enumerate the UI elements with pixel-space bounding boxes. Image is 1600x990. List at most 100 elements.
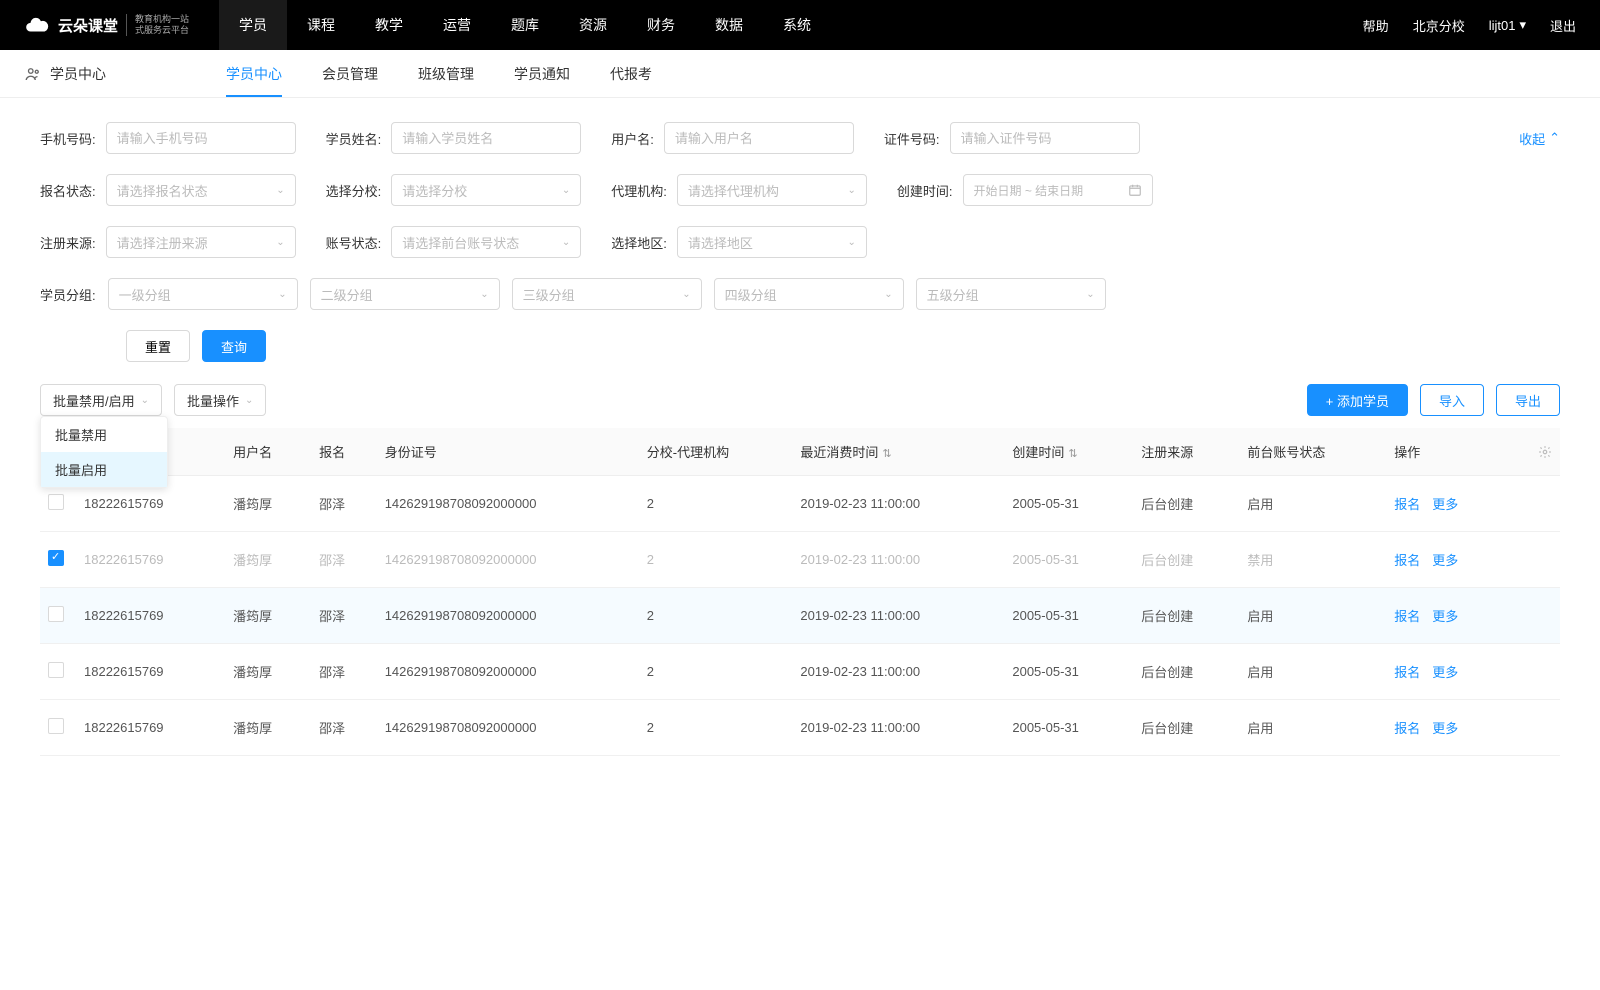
- group-select[interactable]: 五级分组⌄: [916, 278, 1106, 310]
- id-cell: 142629198708092000000: [377, 644, 639, 700]
- filter-label: 账号状态:: [326, 233, 382, 252]
- reset-button[interactable]: 重置: [126, 330, 190, 362]
- signup-action[interactable]: 报名: [1394, 609, 1420, 624]
- actions-cell: 报名更多: [1386, 644, 1530, 700]
- main-nav-items: 学员课程教学运营题库资源财务数据系统: [219, 0, 831, 50]
- signup-action[interactable]: 报名: [1394, 553, 1420, 568]
- filter-label: 用户名:: [611, 129, 654, 148]
- table-row: 18222615769潘筠厚邵泽142629198708092000000220…: [40, 476, 1560, 532]
- row-checkbox[interactable]: [48, 718, 64, 734]
- group-select[interactable]: 三级分组⌄: [512, 278, 702, 310]
- calendar-icon: [1128, 183, 1142, 197]
- table-header-cell: 前台账号状态: [1239, 428, 1386, 476]
- help-link[interactable]: 帮助: [1363, 16, 1389, 35]
- add-student-button[interactable]: + 添加学员: [1307, 384, 1408, 416]
- signup-action[interactable]: 报名: [1394, 721, 1420, 736]
- more-action[interactable]: 更多: [1432, 665, 1458, 680]
- row-checkbox[interactable]: [48, 606, 64, 622]
- table-row: 18222615769潘筠厚邵泽142629198708092000000220…: [40, 532, 1560, 588]
- more-action[interactable]: 更多: [1432, 609, 1458, 624]
- batch-toggle-dropdown[interactable]: 批量禁用/启用 ⌄: [40, 384, 162, 416]
- nav-right: 帮助 北京分校 lijt01▾ 退出: [1363, 16, 1576, 35]
- import-button[interactable]: 导入: [1420, 384, 1484, 416]
- sub-nav-item-2[interactable]: 班级管理: [418, 50, 474, 97]
- row-checkbox[interactable]: [48, 550, 64, 566]
- export-button[interactable]: 导出: [1496, 384, 1560, 416]
- filter-select[interactable]: 请选择地区⌄: [677, 226, 867, 258]
- filter-input[interactable]: [950, 122, 1140, 154]
- dropdown-item[interactable]: 批量启用: [41, 452, 167, 487]
- sub-nav-item-3[interactable]: 学员通知: [514, 50, 570, 97]
- sub-nav-item-1[interactable]: 会员管理: [322, 50, 378, 97]
- cloud-icon: [24, 12, 50, 38]
- signup-action[interactable]: 报名: [1394, 497, 1420, 512]
- filter-label: 报名状态:: [40, 181, 96, 200]
- row-checkbox[interactable]: [48, 494, 64, 510]
- branch-link[interactable]: 北京分校: [1413, 16, 1465, 35]
- query-button[interactable]: 查询: [202, 330, 266, 362]
- more-action[interactable]: 更多: [1432, 553, 1458, 568]
- filter-select[interactable]: 请选择报名状态⌄: [106, 174, 296, 206]
- date-range-picker[interactable]: 开始日期 ~ 结束日期: [963, 174, 1153, 206]
- chevron-down-icon: ⌄: [884, 289, 892, 300]
- filter-label: 选择分校:: [326, 181, 382, 200]
- gear-icon[interactable]: [1538, 445, 1552, 459]
- nav-item-8[interactable]: 系统: [763, 0, 831, 50]
- chevron-down-icon: ⌄: [245, 395, 253, 406]
- chevron-down-icon: ⌄: [682, 289, 690, 300]
- logo-subtitle: 教育机构一站式服务云平台: [126, 14, 189, 36]
- filter-select[interactable]: 请选择注册来源⌄: [106, 226, 296, 258]
- nav-item-4[interactable]: 题库: [491, 0, 559, 50]
- sub-nav-item-0[interactable]: 学员中心: [226, 50, 282, 97]
- batch-operation-dropdown[interactable]: 批量操作 ⌄: [174, 384, 266, 416]
- nav-item-1[interactable]: 课程: [287, 0, 355, 50]
- signup-action[interactable]: 报名: [1394, 665, 1420, 680]
- collapse-toggle[interactable]: 收起 ⌃: [1519, 122, 1560, 154]
- sort-icon[interactable]: ⇅: [1068, 447, 1077, 460]
- group-select[interactable]: 一级分组⌄: [108, 278, 298, 310]
- more-action[interactable]: 更多: [1432, 497, 1458, 512]
- filter-label: 注册来源:: [40, 233, 96, 252]
- group-select[interactable]: 二级分组⌄: [310, 278, 500, 310]
- nav-item-2[interactable]: 教学: [355, 0, 423, 50]
- filter-select[interactable]: 请选择分校⌄: [391, 174, 581, 206]
- nav-item-5[interactable]: 资源: [559, 0, 627, 50]
- filter-input[interactable]: [106, 122, 296, 154]
- table-header-cell: [1530, 428, 1560, 476]
- table-header-cell: 操作: [1386, 428, 1530, 476]
- id-cell: 142629198708092000000: [377, 588, 639, 644]
- nav-item-7[interactable]: 数据: [695, 0, 763, 50]
- user-cell: 潘筠厚: [225, 532, 311, 588]
- filter-label: 创建时间:: [897, 181, 953, 200]
- top-nav: 云朵课堂 教育机构一站式服务云平台 学员课程教学运营题库资源财务数据系统 帮助 …: [0, 0, 1600, 50]
- group-select[interactable]: 四级分组⌄: [714, 278, 904, 310]
- id-cell: 142629198708092000000: [377, 476, 639, 532]
- status-cell: 启用: [1239, 700, 1386, 756]
- caret-down-icon: ▾: [1519, 17, 1526, 33]
- filter-select[interactable]: 请选择前台账号状态⌄: [391, 226, 581, 258]
- filter-group: 手机号码:: [40, 122, 296, 154]
- nav-item-3[interactable]: 运营: [423, 0, 491, 50]
- batch-toggle-menu: 批量禁用批量启用: [40, 416, 168, 488]
- nav-item-6[interactable]: 财务: [627, 0, 695, 50]
- nav-item-0[interactable]: 学员: [219, 0, 287, 50]
- filter-input[interactable]: [664, 122, 854, 154]
- user-menu[interactable]: lijt01▾: [1489, 17, 1526, 33]
- sort-icon[interactable]: ⇅: [882, 447, 891, 460]
- create-time-cell: 2005-05-31: [1004, 700, 1133, 756]
- table-header-cell: 创建时间⇅: [1004, 428, 1133, 476]
- id-cell: 142629198708092000000: [377, 700, 639, 756]
- chevron-down-icon: ⌄: [480, 289, 488, 300]
- create-time-cell: 2005-05-31: [1004, 588, 1133, 644]
- row-checkbox[interactable]: [48, 662, 64, 678]
- sub-nav-item-4[interactable]: 代报考: [610, 50, 652, 97]
- dropdown-item[interactable]: 批量禁用: [41, 417, 167, 452]
- signup-cell: 邵泽: [311, 476, 377, 532]
- filter-select[interactable]: 请选择代理机构⌄: [677, 174, 867, 206]
- filter-input[interactable]: [391, 122, 581, 154]
- last-time-cell: 2019-02-23 11:00:00: [792, 532, 1004, 588]
- filter-group: 选择分校: 请选择分校⌄: [326, 174, 582, 206]
- id-cell: 142629198708092000000: [377, 532, 639, 588]
- more-action[interactable]: 更多: [1432, 721, 1458, 736]
- logout-link[interactable]: 退出: [1550, 16, 1576, 35]
